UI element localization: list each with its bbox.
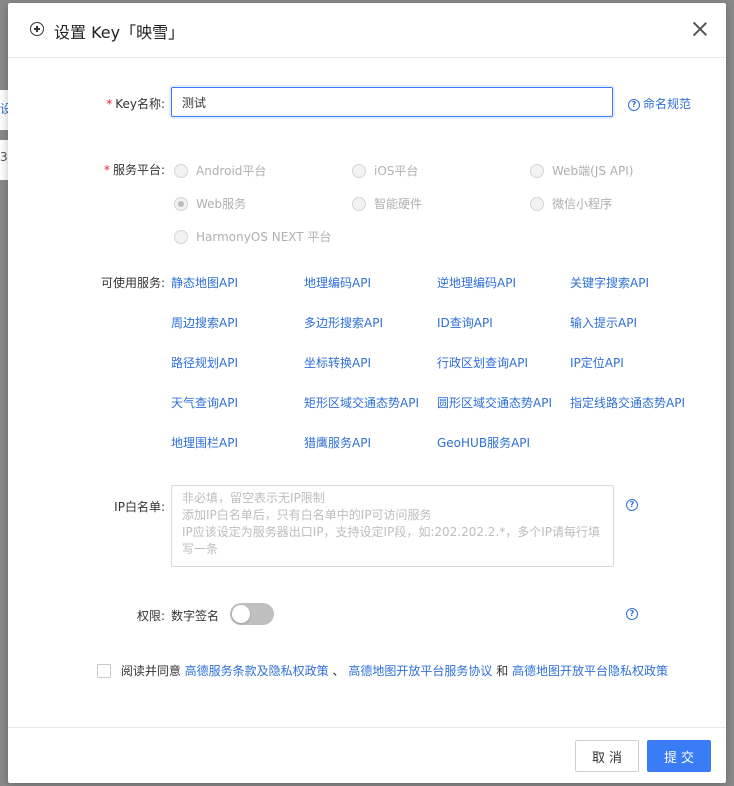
radio-wechat-miniprogram[interactable]: 微信小程序 [530,195,612,212]
radio-android[interactable]: Android平台 [174,162,266,179]
service-agreement-link[interactable]: 高德地图开放平台服务协议 [348,664,492,678]
service-link[interactable]: ID查询API [437,314,493,331]
service-link[interactable]: 指定线路交通态势API [570,394,685,411]
radio-web-js[interactable]: Web端(JS API) [530,162,633,179]
service-link[interactable]: 输入提示API [570,314,637,331]
radio-ios[interactable]: iOS平台 [352,162,418,179]
radio-label: Web端(JS API) [552,164,634,178]
service-link[interactable]: IP定位API [570,354,624,371]
ip-whitelist-textarea[interactable] [171,485,614,567]
service-link[interactable]: 多边形搜索API [304,314,383,331]
radio-smart-hardware[interactable]: 智能硬件 [352,195,422,212]
toggle-knob [232,605,250,623]
radio-label: 智能硬件 [374,197,423,211]
agreement-row: 阅读并同意 高德服务条款及隐私权政策 、 高德地图开放平台服务协议 和 高德地图… [97,662,668,679]
radio-web-service[interactable]: Web服务 [174,195,246,212]
digital-signature-toggle[interactable] [230,603,274,625]
cancel-button[interactable]: 取消 [575,740,639,772]
terms-privacy-link[interactable]: 高德服务条款及隐私权政策 [185,664,329,678]
question-circle-icon[interactable]: ? [626,608,638,620]
service-link[interactable]: 坐标转换API [304,354,371,371]
question-circle-icon[interactable]: ? [626,499,638,511]
question-circle-icon: ? [628,98,640,111]
radio-label: iOS平台 [374,164,419,178]
submit-button[interactable]: 提交 [647,740,711,772]
dialog-title: 设置 Key「映雪」 [54,23,185,42]
service-link[interactable]: GeoHUB服务API [437,434,530,451]
service-link[interactable]: 行政区划查询API [437,354,528,371]
ip-whitelist-label: IP白名单: [114,500,165,514]
service-link[interactable]: 天气查询API [171,394,238,411]
privacy-policy-link[interactable]: 高德地图开放平台隐私权政策 [512,664,668,678]
plus-circle-icon [30,22,44,36]
radio-circle [530,163,544,178]
agreement-checkbox[interactable] [97,663,111,678]
key-name-input[interactable] [171,87,613,117]
radio-circle [352,196,366,211]
radio-circle [530,196,544,211]
service-link[interactable]: 逆地理编码API [437,274,516,291]
service-link[interactable]: 关键字搜索API [570,274,649,291]
service-link[interactable]: 地理编码API [304,274,371,291]
naming-rules-link[interactable]: ? 命名规范 [628,95,691,112]
permission-label: 权限: [136,609,165,623]
key-name-label-text: Key名称: [115,97,165,111]
service-link[interactable]: 静态地图API [171,274,238,291]
close-icon[interactable] [692,21,708,37]
platform-label-text: 服务平台: [112,163,165,177]
key-name-label: * Key名称: [75,95,165,112]
services-label: 可使用服务: [100,276,165,290]
radio-label: 微信小程序 [552,197,613,211]
agreement-separator: 和 [496,664,509,678]
dialog-footer: 取消 提交 [8,727,726,784]
radio-circle [174,229,188,244]
set-key-dialog: 设置 Key「映雪」 *Key名称: ?命名规范 *服务平台: Android平… [8,3,726,783]
agreement-prefix: 阅读并同意 [120,664,181,678]
service-link[interactable]: 周边搜索API [171,314,238,331]
naming-rules-link-text: 命名规范 [643,97,692,111]
radio-label: Web服务 [196,197,247,211]
service-link[interactable]: 圆形区域交通态势API [437,394,552,411]
service-link[interactable]: 路径规划API [171,354,238,371]
platform-label: * 服务平台: [75,161,165,178]
dialog-header: 设置 Key「映雪」 [8,3,726,58]
required-mark: * [103,163,110,177]
radio-circle [174,163,188,178]
radio-label: Android平台 [196,164,267,178]
radio-harmonyos[interactable]: HarmonyOS NEXT 平台 [174,228,331,245]
service-link[interactable]: 猎鹰服务API [304,434,371,451]
radio-circle [352,163,366,178]
service-link[interactable]: 矩形区域交通态势API [304,394,419,411]
digital-signature-label: 数字签名 [171,609,220,623]
radio-label: HarmonyOS NEXT 平台 [196,230,332,244]
service-link[interactable]: 地理围栏API [171,434,238,451]
required-mark: * [106,97,113,111]
agreement-separator: 、 [332,664,345,678]
radio-circle [174,196,188,211]
